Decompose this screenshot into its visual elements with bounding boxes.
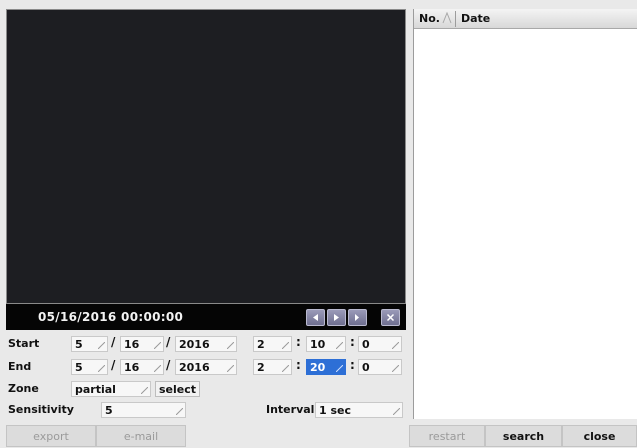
- time-separator: :: [296, 335, 301, 349]
- dropdown-corner-icon: [154, 342, 161, 349]
- start-month-field[interactable]: 5: [71, 336, 108, 352]
- date-separator: /: [111, 358, 116, 372]
- interval-label: Interval: [266, 403, 315, 416]
- dropdown-corner-icon: [176, 408, 183, 415]
- start-minute-field[interactable]: 10: [306, 336, 346, 352]
- dropdown-corner-icon: [336, 365, 343, 372]
- dropdown-corner-icon: [392, 342, 399, 349]
- date-separator: /: [166, 358, 171, 372]
- interval-dropdown[interactable]: 1 sec: [315, 402, 403, 418]
- video-display: [6, 9, 406, 304]
- rewind-button[interactable]: [306, 309, 325, 326]
- results-list[interactable]: No. Date: [413, 9, 637, 419]
- time-separator: :: [350, 335, 355, 349]
- playback-timestamp: 05/16/2016 00:00:00: [38, 310, 184, 324]
- close-icon: [386, 313, 395, 322]
- start-second-field[interactable]: 0: [358, 336, 402, 352]
- end-month-field[interactable]: 5: [71, 359, 108, 375]
- end-label: End: [8, 360, 32, 373]
- zone-select-button[interactable]: select: [155, 381, 200, 397]
- zone-dropdown[interactable]: partial: [71, 381, 151, 397]
- rewind-icon: [311, 313, 320, 322]
- time-separator: :: [350, 358, 355, 372]
- start-year-field[interactable]: 2016: [175, 336, 237, 352]
- dropdown-corner-icon: [392, 365, 399, 372]
- end-second-field[interactable]: 0: [358, 359, 402, 375]
- sensitivity-label: Sensitivity: [8, 403, 74, 416]
- restart-button[interactable]: restart: [409, 425, 485, 447]
- dropdown-corner-icon: [336, 342, 343, 349]
- dropdown-corner-icon: [227, 342, 234, 349]
- step-forward-icon: [353, 313, 362, 322]
- dropdown-corner-icon: [282, 365, 289, 372]
- close-button[interactable]: close: [562, 425, 637, 447]
- column-header-date[interactable]: Date: [461, 12, 490, 25]
- end-hour-field[interactable]: 2: [253, 359, 292, 375]
- play-icon: [332, 313, 341, 322]
- date-separator: /: [166, 335, 171, 349]
- start-label: Start: [8, 337, 40, 350]
- list-header: No. Date: [414, 9, 637, 29]
- end-day-field[interactable]: 16: [120, 359, 164, 375]
- column-divider: [455, 11, 456, 27]
- column-header-no[interactable]: No.: [419, 12, 440, 25]
- zone-label: Zone: [8, 382, 39, 395]
- dropdown-corner-icon: [227, 365, 234, 372]
- play-button[interactable]: [327, 309, 346, 326]
- date-separator: /: [111, 335, 116, 349]
- end-year-field[interactable]: 2016: [175, 359, 237, 375]
- search-button[interactable]: search: [485, 425, 562, 447]
- dropdown-corner-icon: [282, 342, 289, 349]
- playback-bar: 05/16/2016 00:00:00: [6, 304, 406, 330]
- sort-ascending-icon: [442, 11, 452, 27]
- close-player-button[interactable]: [381, 309, 400, 326]
- dropdown-corner-icon: [154, 365, 161, 372]
- start-hour-field[interactable]: 2: [253, 336, 292, 352]
- end-minute-field[interactable]: 20: [306, 359, 346, 375]
- sensitivity-dropdown[interactable]: 5: [101, 402, 186, 418]
- email-button[interactable]: e-mail: [96, 425, 186, 447]
- dropdown-corner-icon: [98, 365, 105, 372]
- dropdown-corner-icon: [141, 387, 148, 394]
- start-day-field[interactable]: 16: [120, 336, 164, 352]
- export-button[interactable]: export: [6, 425, 96, 447]
- time-separator: :: [296, 358, 301, 372]
- step-forward-button[interactable]: [348, 309, 367, 326]
- dropdown-corner-icon: [393, 408, 400, 415]
- dropdown-corner-icon: [98, 342, 105, 349]
